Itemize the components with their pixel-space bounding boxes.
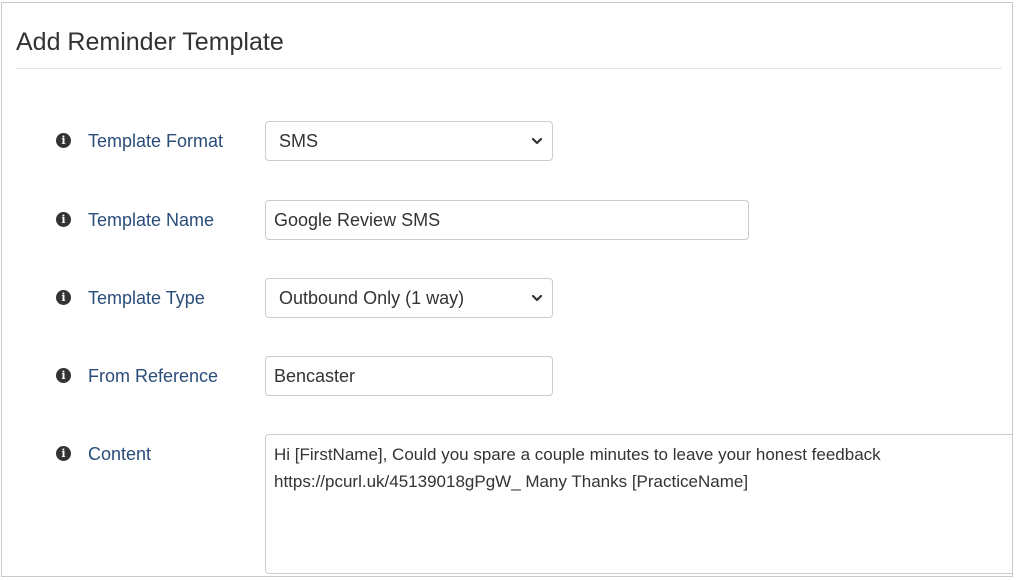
content-value: Hi [FirstName], Could you spare a couple…	[274, 445, 881, 491]
add-reminder-template-panel: Add Reminder Template i Template Format …	[1, 2, 1013, 577]
content-textarea[interactable]: Hi [FirstName], Could you spare a couple…	[265, 434, 1012, 574]
template-name-row: i Template Name Google Review SMS	[2, 200, 1012, 240]
chevron-down-icon	[531, 294, 543, 302]
from-reference-row: i From Reference Bencaster	[2, 356, 1012, 396]
template-name-value: Google Review SMS	[274, 210, 441, 230]
info-icon[interactable]: i	[56, 212, 71, 227]
template-name-label: Template Name	[88, 210, 215, 230]
from-reference-label: From Reference	[88, 366, 219, 386]
template-type-value: Outbound Only (1 way)	[279, 288, 465, 308]
from-reference-value: Bencaster	[274, 366, 356, 386]
template-type-select[interactable]: Outbound Only (1 way)	[265, 278, 553, 318]
title-divider	[16, 68, 1002, 69]
chevron-down-icon	[531, 137, 543, 145]
template-type-label: Template Type	[88, 288, 205, 308]
content-label: Content	[88, 444, 152, 464]
template-type-row: i Template Type Outbound Only (1 way)	[2, 278, 1012, 318]
template-format-row: i Template Format SMS	[2, 121, 1012, 161]
info-icon[interactable]: i	[56, 133, 71, 148]
page-title: Add Reminder Template	[16, 28, 284, 56]
info-icon[interactable]: i	[56, 290, 71, 305]
from-reference-input[interactable]: Bencaster	[265, 356, 553, 396]
template-name-input[interactable]: Google Review SMS	[265, 200, 749, 240]
content-row: i Content Hi [FirstName], Could you spar…	[2, 434, 1012, 576]
info-icon[interactable]: i	[56, 368, 71, 383]
template-format-label: Template Format	[88, 131, 224, 151]
template-format-select[interactable]: SMS	[265, 121, 553, 161]
info-icon[interactable]: i	[56, 446, 71, 461]
template-format-value: SMS	[279, 131, 319, 151]
